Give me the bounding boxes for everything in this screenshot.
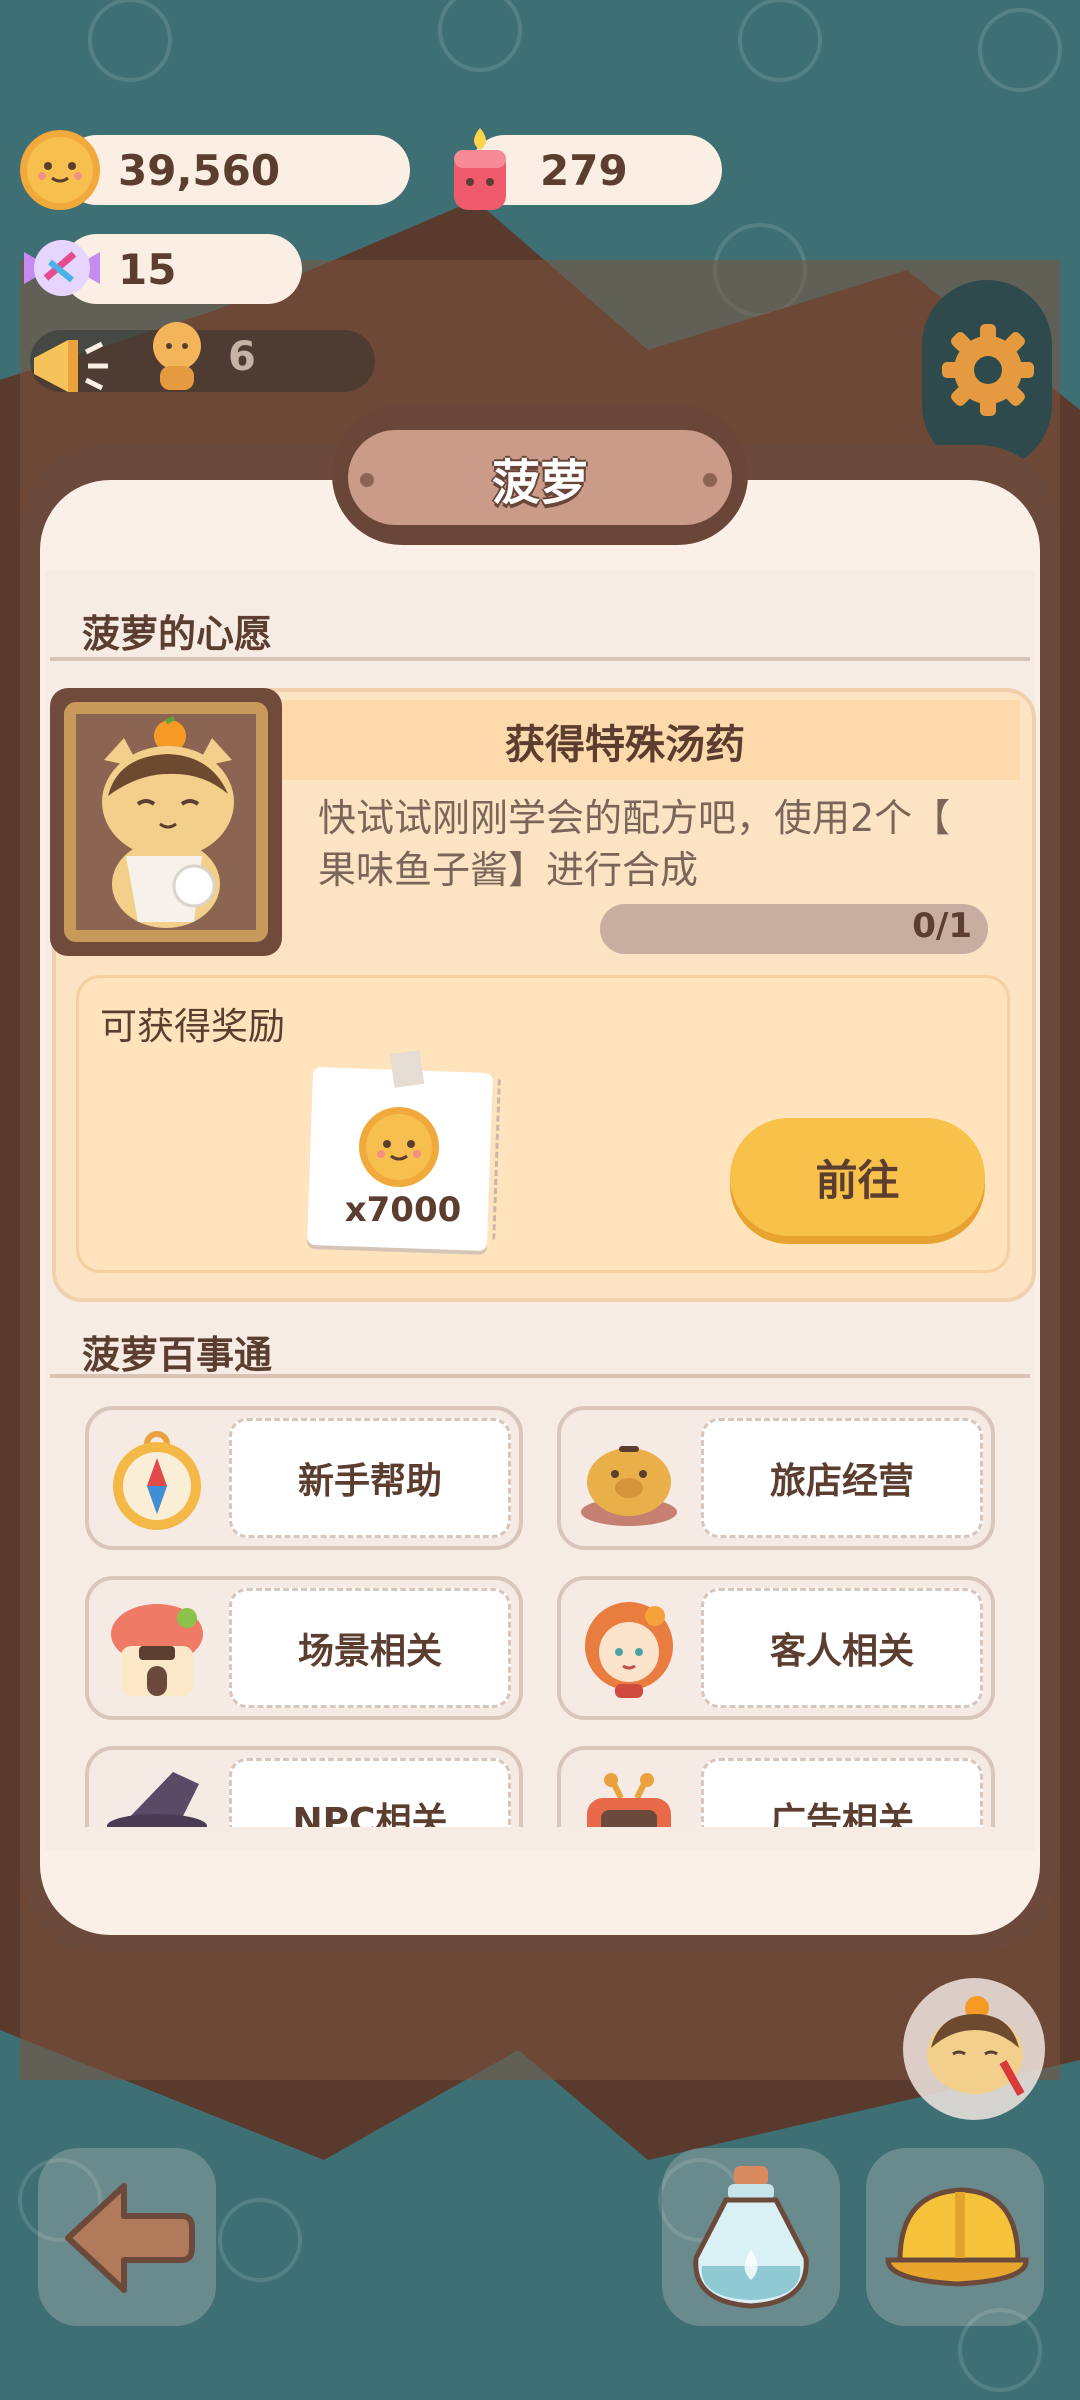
wish-task-title: 获得特殊汤药 xyxy=(505,722,745,768)
visitor-icon xyxy=(153,322,201,390)
back-arrow-icon xyxy=(65,2183,195,2293)
piggy-bank-icon xyxy=(581,1446,677,1526)
faq-button-inn-management[interactable]: 旅店经营 xyxy=(557,1406,995,1550)
candy-count: 15 xyxy=(118,244,177,294)
back-button[interactable] xyxy=(38,2148,216,2326)
reward-label: 可获得奖励 xyxy=(100,1005,285,1048)
build-button[interactable] xyxy=(866,2148,1044,2326)
faq-button-scene[interactable]: 场景相关 xyxy=(85,1576,523,1720)
faq-label-area: 旅店经营 xyxy=(701,1418,983,1538)
faq-button-guests[interactable]: 客人相关 xyxy=(557,1576,995,1720)
potion-button[interactable] xyxy=(662,2148,840,2326)
candle-count: 279 xyxy=(540,145,628,195)
section-divider xyxy=(50,657,1030,661)
witch-hat-icon xyxy=(107,1772,207,1827)
potion-bottle-icon xyxy=(693,2166,809,2309)
reward-quantity: x7000 xyxy=(344,1190,462,1230)
faq-label: NPC相关 xyxy=(292,1801,448,1827)
cookie-icon xyxy=(20,130,100,210)
panel-title: 菠萝 xyxy=(491,454,588,511)
plaque-stud xyxy=(703,473,717,487)
megaphone-icon[interactable] xyxy=(28,330,112,400)
faq-label: 新手帮助 xyxy=(297,1461,442,1502)
cookie-count: 39,560 xyxy=(118,145,281,195)
settings-button[interactable] xyxy=(922,280,1052,470)
faq-button-ads[interactable]: 广告相关 xyxy=(557,1746,995,1827)
go-button[interactable]: 前往 xyxy=(730,1118,985,1236)
npc-portrait xyxy=(102,716,234,928)
section-divider xyxy=(50,1374,1030,1378)
wish-description-line: 快试试刚刚学会的配方吧，使用2个【 xyxy=(318,796,951,840)
faq-label-area: 新手帮助 xyxy=(229,1418,511,1538)
wish-section-title: 菠萝的心愿 xyxy=(82,612,273,656)
faq-label: 旅店经营 xyxy=(769,1461,914,1502)
npc-chat-bubble[interactable] xyxy=(903,1978,1045,2120)
faq-button-beginner-help[interactable]: 新手帮助 xyxy=(85,1406,523,1550)
faq-label-area: 场景相关 xyxy=(229,1588,511,1708)
faq-label: 场景相关 xyxy=(297,1631,442,1672)
guest-icon xyxy=(585,1602,673,1698)
faq-section-title: 菠萝百事通 xyxy=(82,1333,273,1377)
cookie-counter: 39,560 xyxy=(62,135,410,205)
faq-button-npc[interactable]: NPC相关 xyxy=(85,1746,523,1827)
wish-progress-text: 0/1 xyxy=(912,906,972,946)
hard-hat-icon xyxy=(885,2187,1029,2287)
title-plaque-face: 菠萝 xyxy=(348,430,732,525)
candy-icon xyxy=(24,240,100,296)
faq-label: 客人相关 xyxy=(769,1631,914,1672)
npc-avatar xyxy=(927,1996,1025,2096)
go-button-label: 前往 xyxy=(815,1156,900,1204)
gear-icon xyxy=(942,324,1034,416)
faq-label-area: 客人相关 xyxy=(701,1588,983,1708)
faq-list: 新手帮助 旅店经营 场景相关 客人相关 NPC相关 广告相关 xyxy=(45,1390,1035,1827)
plaque-stud xyxy=(360,473,374,487)
compass-icon xyxy=(113,1431,201,1530)
candle-icon xyxy=(454,128,506,210)
faq-label: 广告相关 xyxy=(769,1801,914,1827)
wish-description: 快试试刚刚学会的配方吧，使用2个【 果味鱼子酱】进行合成 xyxy=(318,792,998,896)
faq-label-area: NPC相关 xyxy=(229,1758,511,1827)
wish-description-line: 果味鱼子酱】进行合成 xyxy=(318,848,699,892)
tv-icon xyxy=(587,1773,671,1827)
faq-label-area: 广告相关 xyxy=(701,1758,983,1827)
hotel-icon xyxy=(111,1604,203,1696)
reward-tape xyxy=(389,1050,425,1088)
visitor-count: 6 xyxy=(228,334,256,380)
reward-cookie-icon xyxy=(359,1107,439,1187)
